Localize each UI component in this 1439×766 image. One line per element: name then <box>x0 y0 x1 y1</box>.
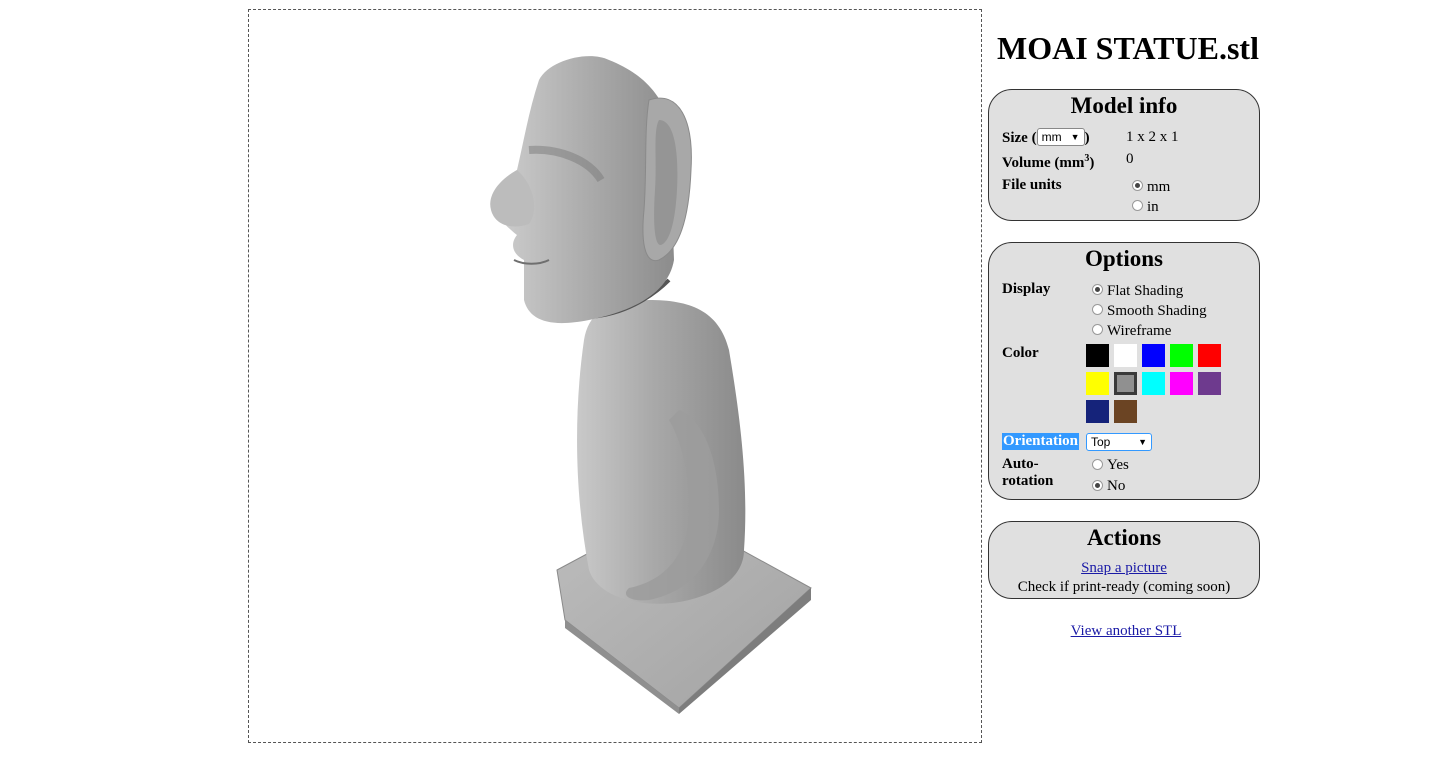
file-units-mm-radio[interactable] <box>1132 180 1143 191</box>
color-swatch[interactable] <box>1198 372 1221 395</box>
model-info-heading: Model info <box>1070 93 1178 118</box>
display-smooth-label: Smooth Shading <box>1107 303 1207 319</box>
color-swatch[interactable] <box>1086 344 1109 367</box>
volume-value: 0 <box>1126 151 1134 167</box>
color-swatch[interactable] <box>1198 344 1221 367</box>
file-units-in-radio[interactable] <box>1132 200 1143 211</box>
color-label: Color <box>1002 345 1039 361</box>
snap-picture-link[interactable]: Snap a picture <box>1081 560 1167 576</box>
display-flat-radio[interactable] <box>1092 284 1103 295</box>
color-swatch[interactable] <box>1086 400 1109 423</box>
color-swatch[interactable] <box>1170 344 1193 367</box>
size-unit-select[interactable]: mm ▼ <box>1036 128 1085 146</box>
stl-viewer-canvas[interactable] <box>248 9 982 743</box>
actions-heading: Actions <box>1086 525 1162 550</box>
file-units-label: File units <box>1002 177 1062 193</box>
display-smooth-radio[interactable] <box>1092 304 1103 315</box>
orientation-label: Orientation <box>1002 433 1079 450</box>
actions-panel: Actions Snap a picture Check if print-re… <box>988 521 1260 599</box>
autorotation-yes-label: Yes <box>1107 457 1129 473</box>
autorotation-yes-radio[interactable] <box>1092 459 1103 470</box>
chevron-down-icon: ▼ <box>1138 437 1147 447</box>
orientation-select[interactable]: Top ▼ <box>1086 433 1152 451</box>
print-ready-text: Check if print-ready (coming soon) <box>1017 579 1231 595</box>
size-label: Size (mm ▼) <box>1002 128 1090 146</box>
color-swatch[interactable] <box>1142 372 1165 395</box>
display-label: Display <box>1002 281 1051 297</box>
color-swatch[interactable] <box>1170 372 1193 395</box>
autorotation-no-label: No <box>1107 478 1126 494</box>
color-swatch[interactable] <box>1114 400 1137 423</box>
autorotation-label: Auto- rotation <box>1002 456 1054 489</box>
display-wireframe-radio[interactable] <box>1092 324 1103 335</box>
size-value: 1 x 2 x 1 <box>1126 129 1179 145</box>
display-wireframe-label: Wireframe <box>1107 323 1172 339</box>
options-heading: Options <box>1085 246 1163 271</box>
moai-statue-model[interactable] <box>249 10 983 744</box>
autorotation-no-radio[interactable] <box>1092 480 1103 491</box>
view-another-stl-link[interactable]: View another STL <box>1071 623 1182 639</box>
file-units-in-label: in <box>1147 199 1159 215</box>
chevron-down-icon: ▼ <box>1070 132 1080 142</box>
color-swatch[interactable] <box>1114 372 1137 395</box>
volume-label: Volume (mm3) <box>1002 153 1095 171</box>
model-info-panel: Model info Size (mm ▼) 1 x 2 x 1 Volume (… <box>988 89 1260 221</box>
file-title: MOAI STATUE.stl <box>997 30 1259 66</box>
color-swatch[interactable] <box>1086 372 1109 395</box>
file-units-mm-label: mm <box>1147 179 1171 195</box>
color-swatch[interactable] <box>1114 344 1137 367</box>
options-panel: Options Display Flat Shading Smooth Shad… <box>988 242 1260 500</box>
color-swatch[interactable] <box>1142 344 1165 367</box>
display-flat-label: Flat Shading <box>1107 283 1184 299</box>
